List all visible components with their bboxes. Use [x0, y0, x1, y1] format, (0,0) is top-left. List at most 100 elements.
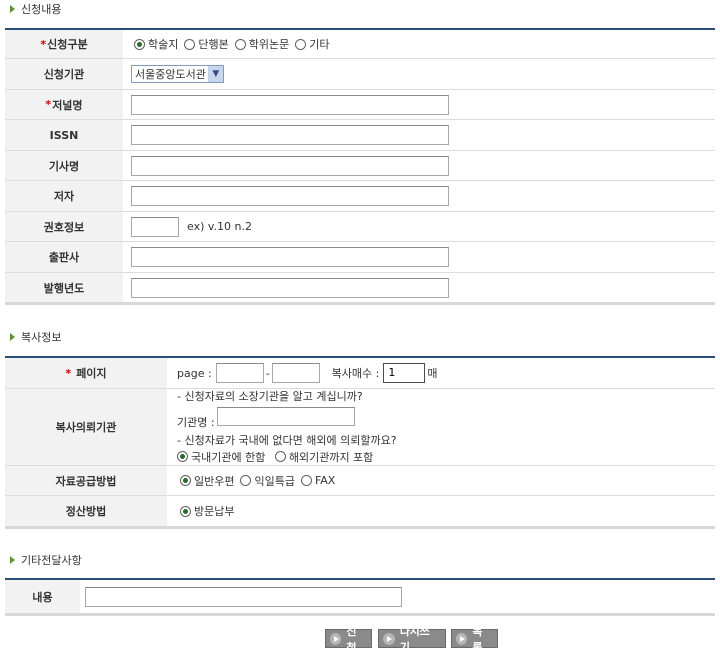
etc-section-title: 기타전달사항 [10, 553, 82, 569]
copies-input[interactable]: 1 [383, 363, 426, 383]
row-journal: * 저널명 [5, 90, 715, 120]
payment-options: 방문납부 [167, 496, 715, 526]
radio-domestic[interactable]: 국내기관에 한함 [177, 451, 265, 464]
radio-thesis[interactable]: 학위논문 [234, 36, 290, 52]
issn-input[interactable] [131, 125, 449, 145]
row-agency: 복사의뢰기관 - 신청자료의 소장기관을 알고 계십니까? 기관명 : - 신청… [5, 389, 715, 466]
radio-fax[interactable]: FAX [300, 474, 336, 487]
author-input[interactable] [131, 186, 449, 206]
article-input[interactable] [131, 155, 449, 176]
radio-journal-label: 학술지 [148, 38, 179, 51]
content-input[interactable] [85, 586, 402, 607]
required-mark: * [45, 98, 52, 111]
radio-selected-icon[interactable] [177, 451, 188, 462]
etc-table: 내용 [5, 578, 715, 616]
radio-thesis-label: 학위논문 [248, 38, 290, 51]
reset-button[interactable]: 다시쓰기 [378, 625, 446, 654]
row-year: 발행년도 [5, 273, 715, 302]
chevron-down-icon[interactable]: ▼ [207, 66, 223, 82]
copies-unit: 매 [427, 367, 438, 380]
year-cell [123, 273, 715, 302]
copies-label: 복사매수 : [331, 367, 380, 380]
journal-cell [123, 90, 715, 119]
radio-icon[interactable] [295, 38, 307, 50]
bullet-icon [10, 556, 15, 564]
radio-mail[interactable]: 일반우편 [180, 473, 234, 489]
radio-express[interactable]: 익일특급 [240, 473, 295, 489]
radio-fax-label: FAX [314, 474, 336, 487]
page-cell: page : - 복사매수 : 1 매 [167, 358, 715, 388]
radio-journal[interactable]: 학술지 [134, 36, 178, 52]
row-volume: 권호정보 ex) v.10 n.2 [5, 212, 715, 242]
agency-label: 복사의뢰기관 [5, 389, 167, 465]
request-section-title: 신청내용 [10, 2, 61, 18]
page-end-input[interactable] [271, 363, 320, 383]
author-label: 저자 [5, 181, 123, 211]
radio-icon[interactable] [274, 451, 286, 462]
etc-section-title-text: 기타전달사항 [21, 554, 82, 567]
submit-button-label: 신청 [346, 624, 357, 654]
agency-name-input[interactable] [216, 406, 355, 426]
page-dash: - [265, 366, 270, 380]
library-label: 신청기관 [5, 59, 123, 89]
request-table: * 신청구분 학술지 단행본 학위논문 기타 신청기관 서울중앙도서관 ▼ * 저널명… [5, 28, 715, 305]
volume-input[interactable] [131, 216, 179, 237]
radio-overseas-label: 해외기관까지 포함 [288, 450, 374, 464]
row-author: 저자 [5, 181, 715, 212]
author-cell [123, 181, 715, 211]
year-input[interactable] [131, 277, 449, 298]
radio-selected-icon[interactable] [180, 505, 191, 517]
radio-icon[interactable] [240, 475, 252, 486]
year-label: 발행년도 [5, 273, 123, 302]
radio-visit-label: 방문납부 [194, 505, 235, 518]
request-type-label: * 신청구분 [5, 30, 123, 58]
bullet-icon [10, 5, 15, 13]
radio-book[interactable]: 단행본 [184, 36, 229, 52]
page-label: * 페이지 [5, 358, 167, 388]
radio-icon[interactable] [300, 474, 312, 486]
agency-question-2: - 신청자료가 국내에 없다면 해외에 의뢰할까요? [177, 433, 397, 447]
bullet-icon [10, 333, 15, 341]
radio-overseas[interactable]: 해외기관까지 포함 [274, 450, 374, 464]
agency-question-1: - 신청자료의 소장기관을 알고 계십니까? [177, 389, 363, 403]
content-cell [80, 580, 715, 613]
publisher-cell [123, 242, 715, 272]
list-button[interactable]: 목록 [451, 625, 498, 654]
page-start-input[interactable] [215, 363, 264, 383]
supply-label: 자료공급방법 [5, 466, 167, 495]
page-label-text: 페이지 [76, 367, 107, 380]
copy-section-title: 복사정보 [10, 330, 61, 346]
row-supply: 자료공급방법 일반우편 익일특급 FAX [5, 466, 715, 496]
supply-options: 일반우편 익일특급 FAX [167, 466, 715, 495]
publisher-input[interactable] [131, 247, 449, 267]
issn-cell [123, 120, 715, 150]
copy-section-title-text: 복사정보 [21, 331, 62, 344]
radio-selected-icon[interactable] [180, 475, 191, 486]
reset-button-label: 다시쓰기 [399, 624, 430, 654]
agency-cell: - 신청자료의 소장기관을 알고 계십니까? 기관명 : - 신청자료가 국내에… [167, 389, 715, 465]
request-type-label-text: 신청구분 [47, 38, 88, 51]
radio-other[interactable]: 기타 [295, 36, 329, 52]
row-publisher: 출판사 [5, 242, 715, 273]
submit-button[interactable]: 신청 [325, 625, 372, 654]
volume-hint: ex) v.10 n.2 [187, 220, 252, 233]
journal-label-text: 저널명 [52, 98, 83, 112]
radio-icon[interactable] [184, 38, 196, 50]
article-cell [123, 151, 715, 180]
request-type-options: 학술지 단행본 학위논문 기타 [123, 30, 715, 58]
library-cell: 서울중앙도서관 ▼ [123, 59, 715, 89]
required-mark: * [65, 366, 72, 380]
agency-name-label: 기관명 : [177, 415, 215, 429]
library-select[interactable]: 서울중앙도서관 ▼ [131, 65, 224, 83]
radio-express-label: 익일특급 [254, 474, 295, 488]
radio-domestic-label: 국내기관에 한함 [191, 450, 266, 464]
volume-cell: ex) v.10 n.2 [123, 212, 715, 241]
radio-visit[interactable]: 방문납부 [180, 503, 234, 519]
journal-input[interactable] [131, 94, 449, 115]
radio-selected-icon[interactable] [134, 38, 145, 50]
row-page: * 페이지 page : - 복사매수 : 1 매 [5, 358, 715, 389]
radio-icon[interactable] [234, 38, 246, 50]
page-prefix: page : [177, 366, 212, 380]
required-mark: * [40, 37, 47, 51]
library-select-value: 서울중앙도서관 [135, 68, 206, 81]
